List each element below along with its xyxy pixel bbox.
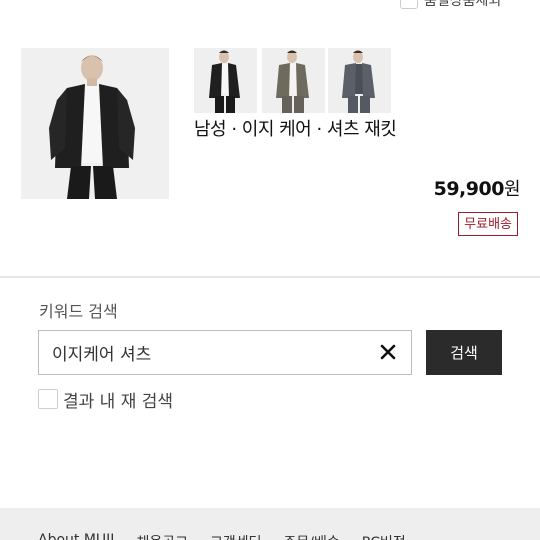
product-title[interactable]: 남성 · 이지 케어 · 셔츠 재킷 [194, 115, 397, 141]
price-currency: 원 [503, 179, 521, 200]
exclude-soldout-label: 품절상품제외 [424, 0, 502, 9]
footer-link-customer-center[interactable]: 고객센터 [210, 532, 262, 540]
clear-icon[interactable] [378, 342, 398, 362]
product-main-image[interactable] [21, 48, 169, 199]
exclude-soldout-checkbox[interactable] [400, 0, 418, 9]
model-khaki-icon [262, 48, 325, 113]
price-value: 59,900 [433, 178, 505, 200]
model-charcoal-icon [328, 48, 391, 113]
footer-link-order-shipping[interactable]: 주문/배송 [284, 532, 340, 540]
color-swatch-black[interactable] [194, 48, 257, 113]
product-price: 59,900원 [433, 175, 521, 201]
search-button[interactable]: 검색 [426, 330, 502, 375]
color-swatch-khaki[interactable] [262, 48, 325, 113]
keyword-search-input[interactable] [38, 330, 412, 375]
footer-links: About MUJI 채용공고 고객센터 주문/배송 PC버전 [38, 532, 406, 540]
model-black-icon [194, 48, 257, 113]
free-shipping-badge: 무료배송 [458, 212, 518, 236]
top-filter-row: 품절상품제외 [0, 0, 540, 12]
footer-link-pc-version[interactable]: PC버전 [362, 532, 406, 540]
model-photo-icon [21, 48, 169, 199]
keyword-search-label: 키워드 검색 [39, 302, 118, 321]
footer-link-careers[interactable]: 채용공고 [136, 532, 188, 540]
search-within-results-checkbox[interactable] [38, 389, 58, 409]
footer: About MUJI 채용공고 고객센터 주문/배송 PC버전 [0, 508, 540, 540]
color-swatch-charcoal[interactable] [328, 48, 391, 113]
close-icon [380, 344, 396, 360]
search-within-results-label[interactable]: 결과 내 재 검색 [63, 387, 173, 412]
footer-link-about[interactable]: About MUJI [38, 532, 114, 540]
